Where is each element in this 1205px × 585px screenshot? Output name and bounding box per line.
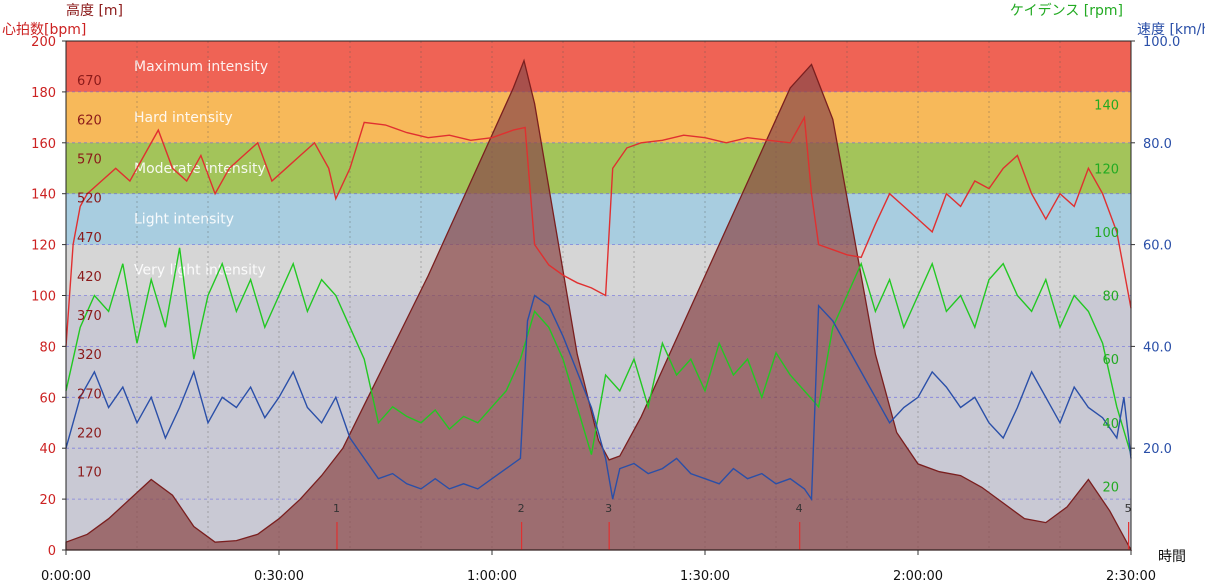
cadence-axis-title: ケイデンス [rpm] xyxy=(1010,2,1123,19)
hr-tick-2: 40 xyxy=(39,442,56,457)
x-tick-1: 0:30:00 xyxy=(254,569,304,584)
hr-tick-0: 0 xyxy=(48,544,56,559)
hr-tick-5: 100 xyxy=(31,290,56,305)
cad-tick-2: 60 xyxy=(1102,353,1119,368)
x-tick-5: 2:30:00 xyxy=(1106,569,1156,584)
cad-tick-1: 40 xyxy=(1102,417,1119,432)
spd-tick-2: 60.0 xyxy=(1143,239,1172,254)
hr-tick-9: 180 xyxy=(31,86,56,101)
spd-tick-3: 80.0 xyxy=(1143,137,1172,152)
hr-tick-3: 60 xyxy=(39,391,56,406)
workout-chart: Maximum intensity Hard intensity Moderate … xyxy=(2,2,1205,584)
alt-tick-1: 220 xyxy=(77,427,102,442)
altitude-axis-title: 高度 [m] xyxy=(66,2,123,19)
hr-tick-8: 160 xyxy=(31,137,56,152)
spd-tick-1: 40.0 xyxy=(1143,340,1172,355)
zone-label-0: Maximum intensity xyxy=(134,59,268,75)
cad-tick-0: 20 xyxy=(1102,480,1119,495)
alt-tick-6: 470 xyxy=(77,231,102,246)
alt-tick-7: 520 xyxy=(77,192,102,207)
hr-tick-6: 120 xyxy=(31,239,56,254)
x-tick-3: 1:30:00 xyxy=(680,569,730,584)
alt-tick-5: 420 xyxy=(77,270,102,285)
x-tick-4: 2:00:00 xyxy=(893,569,943,584)
alt-tick-10: 670 xyxy=(77,74,102,89)
hr-tick-1: 20 xyxy=(39,493,56,508)
lap-label-1: 1 xyxy=(333,502,340,515)
lap-label-4: 4 xyxy=(796,502,803,515)
alt-tick-3: 320 xyxy=(77,348,102,363)
alt-tick-8: 570 xyxy=(77,152,102,167)
zone-label-3: Light intensity xyxy=(134,212,234,228)
hr-tick-7: 140 xyxy=(31,188,56,203)
alt-tick-9: 620 xyxy=(77,113,102,128)
speed-axis-title: 速度 [km/h] xyxy=(1137,22,1205,38)
alt-tick-2: 270 xyxy=(77,387,102,402)
cad-tick-6: 140 xyxy=(1094,99,1119,114)
zone-label-2: Moderate intensity xyxy=(134,161,266,177)
heart-rate-axis-title: 心拍数[bpm] xyxy=(2,22,86,38)
x-tick-0: 0:00:00 xyxy=(41,569,91,584)
lap-label-3: 3 xyxy=(605,502,612,515)
cad-tick-3: 80 xyxy=(1102,290,1119,305)
alt-tick-4: 370 xyxy=(77,309,102,324)
lap-label-2: 2 xyxy=(518,502,525,515)
hr-tick-4: 80 xyxy=(39,340,56,355)
x-tick-2: 1:00:00 xyxy=(467,569,517,584)
cad-tick-5: 120 xyxy=(1094,162,1119,177)
zone-label-1: Hard intensity xyxy=(134,110,233,126)
cad-tick-4: 100 xyxy=(1094,226,1119,241)
spd-tick-0: 20.0 xyxy=(1143,442,1172,457)
alt-tick-0: 170 xyxy=(77,466,102,481)
time-axis-title: 時間 xyxy=(1158,549,1186,565)
zone-label-4: Very light intensity xyxy=(134,263,266,279)
